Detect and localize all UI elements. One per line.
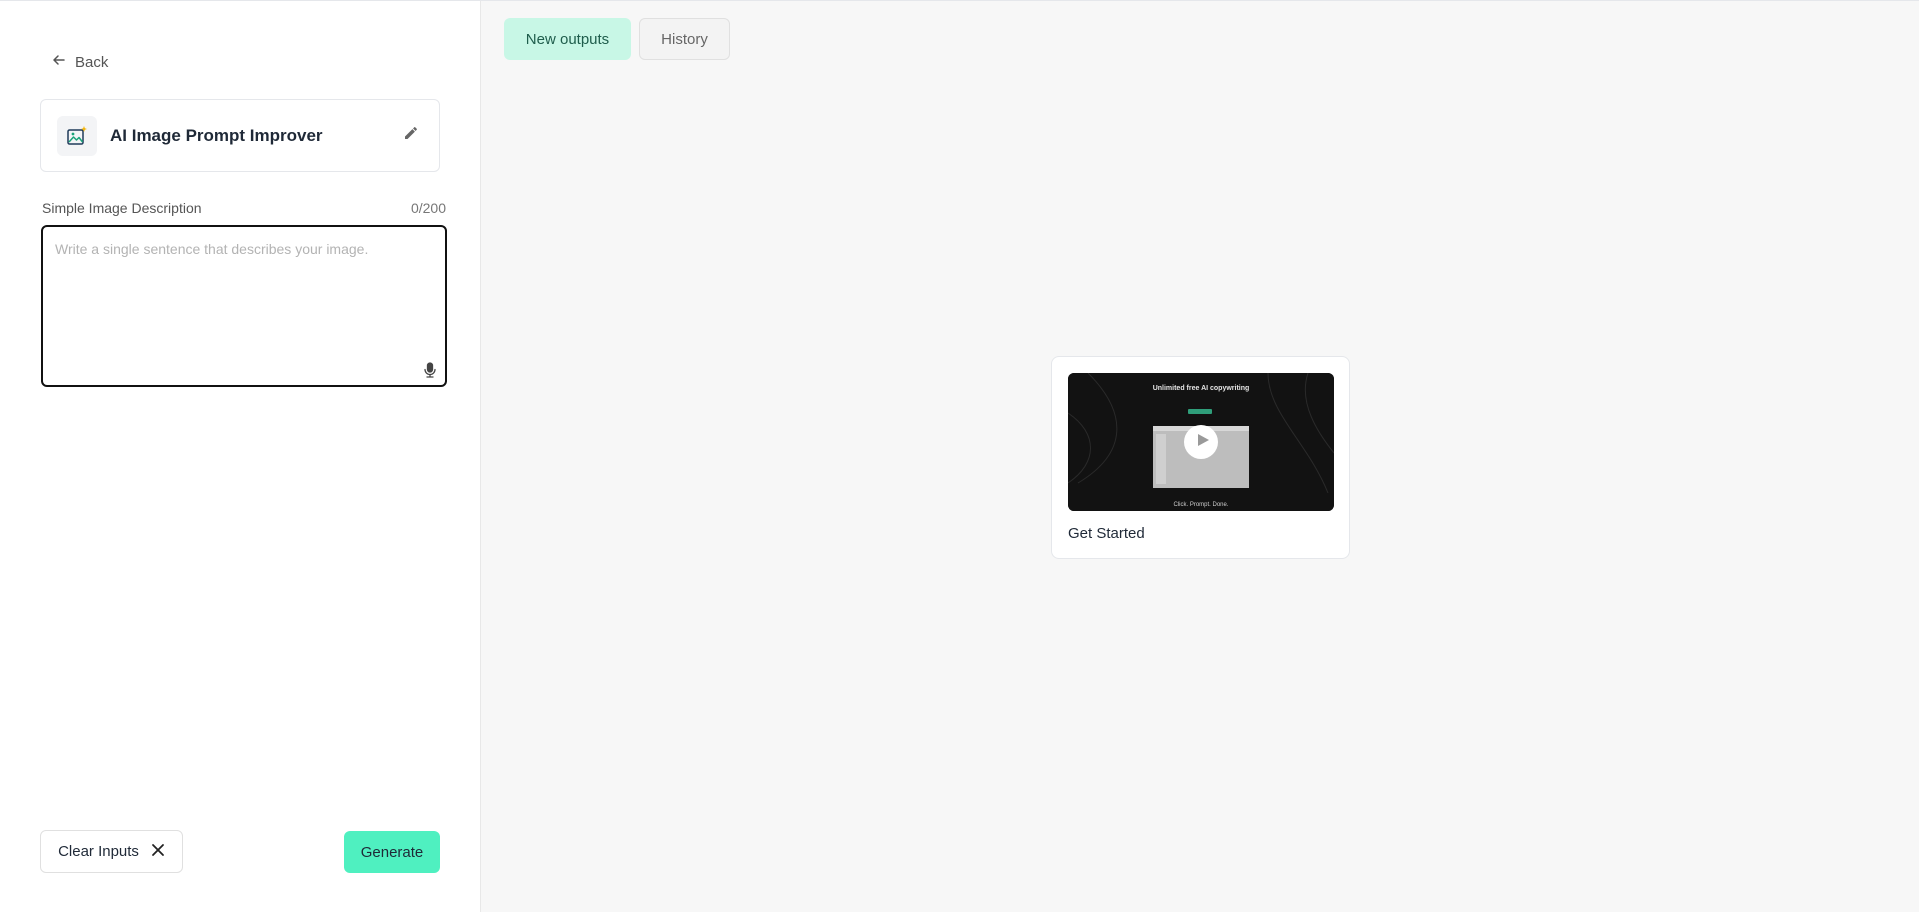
tab-history[interactable]: History <box>639 18 730 60</box>
play-icon <box>1193 433 1210 452</box>
microphone-button[interactable] <box>421 361 439 379</box>
tool-title: AI Image Prompt Improver <box>110 125 323 145</box>
edit-button[interactable] <box>399 124 423 148</box>
card-title: Get Started <box>1068 525 1145 542</box>
app-window: Back AI Image Prompt Improver Simple Ima… <box>0 0 1919 912</box>
field-label-row: Simple Image Description 0/200 <box>42 198 446 218</box>
video-thumbnail[interactable]: Unlimited free AI copywriting Click. Pro… <box>1068 373 1334 511</box>
sidebar: Back AI Image Prompt Improver Simple Ima… <box>0 1 481 912</box>
close-icon <box>151 843 165 861</box>
image-sparkle-icon <box>57 115 97 156</box>
microphone-icon <box>421 362 439 383</box>
generate-button[interactable]: Generate <box>344 831 440 873</box>
back-link[interactable]: Back <box>51 51 108 73</box>
field-label: Simple Image Description <box>42 200 202 216</box>
main-panel: New outputs History Unlimited free AI co… <box>481 1 1919 912</box>
description-field[interactable] <box>43 227 445 385</box>
clear-inputs-label: Clear Inputs <box>58 843 139 860</box>
character-count: 0/200 <box>410 200 446 216</box>
pencil-icon <box>403 125 419 146</box>
play-button[interactable] <box>1184 425 1218 459</box>
back-label: Back <box>75 53 109 71</box>
tab-new-outputs[interactable]: New outputs <box>504 18 631 60</box>
get-started-card[interactable]: Unlimited free AI copywriting Click. Pro… <box>1051 356 1350 559</box>
tool-card: AI Image Prompt Improver <box>40 99 440 172</box>
thumbnail-heading: Unlimited free AI copywriting <box>1152 385 1250 392</box>
description-field-wrapper <box>41 225 447 387</box>
clear-inputs-button[interactable]: Clear Inputs <box>40 830 183 873</box>
arrow-left-icon <box>51 52 67 72</box>
thumbnail-footer: Click. Prompt. Done. <box>1173 502 1229 508</box>
